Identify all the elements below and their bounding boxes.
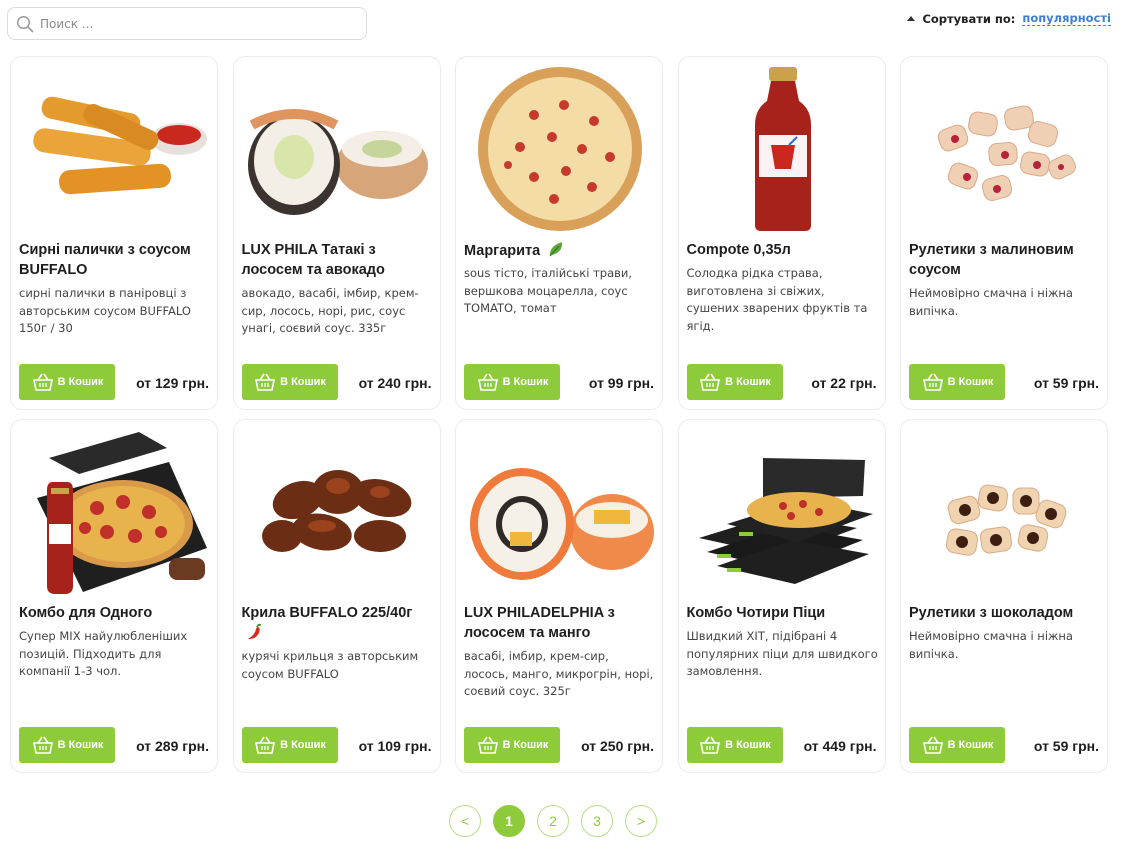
- basket-icon: [477, 736, 498, 754]
- page-3-button[interactable]: 3: [581, 805, 613, 837]
- sort-caret-icon[interactable]: [907, 16, 916, 21]
- product-price: от 99 грн.: [588, 375, 654, 391]
- raspberry-rolls-image[interactable]: [909, 65, 1101, 233]
- product-card[interactable]: Крила BUFFALO 225/40г курячі крильця з а…: [232, 419, 441, 773]
- product-card[interactable]: Комбо для Одного Супер MIX найулюбленіши…: [10, 419, 218, 773]
- basket-icon: [700, 736, 721, 754]
- product-title-text: Маргарита: [464, 243, 541, 259]
- product-card[interactable]: Рулетики з шоколадом Неймовірно смачна і…: [900, 419, 1108, 773]
- product-description: Солодка рідка страва, виготовлена зі сві…: [686, 266, 868, 333]
- product-price: от 129 грн.: [136, 375, 209, 391]
- product-title[interactable]: Комбо для Одного: [19, 603, 211, 623]
- search-icon: [16, 15, 34, 32]
- basket-icon: [255, 736, 276, 754]
- basket-icon: [700, 373, 721, 391]
- basket-icon: [922, 373, 943, 391]
- search-box[interactable]: [7, 7, 367, 40]
- sushi-roll-image[interactable]: [242, 65, 434, 233]
- philadelphia-roll-image[interactable]: [464, 428, 656, 596]
- product-title[interactable]: Сирні палички з соусом BUFFALO: [19, 240, 211, 280]
- product-card[interactable]: LUX PHILA Татакі з лососем та авокадо ав…: [232, 56, 441, 410]
- product-description: курячі крильця з авторським соусом BUFFA…: [241, 649, 419, 681]
- pizza-image[interactable]: [464, 65, 656, 233]
- product-card[interactable]: Рулетики з малиновим соусом Неймовірно с…: [900, 56, 1108, 410]
- product-description: васабі, імбир, крем-сир, лосось, манго, …: [464, 649, 654, 698]
- add-to-cart-label: В Кошик: [57, 376, 104, 388]
- add-to-cart-label: В Кошик: [725, 376, 771, 388]
- product-title[interactable]: Рулетики з малиновим соусом: [909, 240, 1101, 280]
- add-to-cart-button[interactable]: В Кошик: [464, 727, 560, 763]
- page-2-button[interactable]: 2: [537, 805, 569, 837]
- compote-bottle-image[interactable]: [687, 65, 879, 233]
- product-grid: Сирні палички з соусом BUFFALO сирні пал…: [10, 56, 1108, 773]
- add-to-cart-label: В Кошик: [280, 376, 326, 388]
- chicken-wings-image[interactable]: [242, 428, 434, 596]
- product-description: авокадо, васабі, імбир, крем-сир, лосось…: [241, 286, 419, 335]
- sort-dropdown[interactable]: популярності: [1022, 11, 1111, 26]
- product-title[interactable]: Маргарита: [464, 240, 656, 261]
- basket-icon: [922, 736, 943, 754]
- product-title[interactable]: Крила BUFFALO 225/40г: [242, 603, 434, 644]
- add-to-cart-label: В Кошик: [502, 739, 549, 751]
- product-title[interactable]: Compote 0,35л: [687, 240, 879, 260]
- page-1-button[interactable]: 1: [493, 805, 525, 837]
- product-title-text: Крила BUFFALO 225/40г: [241, 605, 413, 621]
- add-to-cart-button[interactable]: В Кошик: [909, 364, 1005, 400]
- product-description: Неймовірно смачна і ніжна випічка.: [909, 629, 1073, 661]
- basket-icon: [32, 736, 53, 754]
- add-to-cart-label: В Кошик: [502, 376, 549, 388]
- product-card[interactable]: Compote 0,35л Солодка рідка страва, виго…: [677, 56, 886, 410]
- product-title[interactable]: Рулетики з шоколадом: [909, 603, 1101, 623]
- product-price: от 109 грн.: [358, 738, 432, 754]
- next-page-button[interactable]: >: [625, 805, 657, 837]
- product-card[interactable]: Сирні палички з соусом BUFFALO сирні пал…: [10, 56, 218, 410]
- product-price: от 59 грн.: [1033, 738, 1099, 754]
- prev-page-button[interactable]: <: [449, 805, 481, 837]
- product-price: от 289 грн.: [136, 738, 209, 754]
- sort-control: Сортувати по: популярності: [907, 11, 1111, 26]
- add-to-cart-button[interactable]: В Кошик: [686, 364, 783, 400]
- chocolate-rolls-image[interactable]: [909, 428, 1101, 596]
- product-price: от 449 грн.: [803, 738, 877, 754]
- product-price: от 240 грн.: [358, 375, 432, 391]
- add-to-cart-button[interactable]: В Кошик: [19, 364, 115, 400]
- add-to-cart-label: В Кошик: [725, 739, 771, 751]
- basket-icon: [32, 373, 53, 391]
- add-to-cart-label: В Кошик: [57, 739, 104, 751]
- product-card[interactable]: LUX PHILADELPHIA з лососем та манго васа…: [455, 419, 663, 773]
- product-price: от 22 грн.: [811, 375, 877, 391]
- product-description: Супер MIX найулюбленіших позицій. Підход…: [19, 629, 188, 678]
- product-title[interactable]: LUX PHILA Татакі з лососем та авокадо: [242, 240, 434, 280]
- product-card[interactable]: Маргарита sous тісто, італійські трави, …: [455, 56, 663, 410]
- add-to-cart-label: В Кошик: [947, 739, 994, 751]
- combo-box-image[interactable]: [19, 428, 211, 596]
- product-price: от 250 грн.: [581, 738, 654, 754]
- product-description: сирні палички в паніровці з авторським с…: [19, 286, 191, 335]
- product-description: Неймовірно смачна і ніжна випічка.: [909, 286, 1073, 318]
- add-to-cart-label: В Кошик: [280, 739, 326, 751]
- product-title[interactable]: LUX PHILADELPHIA з лососем та манго: [464, 603, 656, 643]
- product-description: Швидкий ХІТ, підібрані 4 популярних піци…: [686, 629, 878, 678]
- add-to-cart-button[interactable]: В Кошик: [909, 727, 1005, 763]
- product-price: от 59 грн.: [1033, 375, 1099, 391]
- add-to-cart-label: В Кошик: [947, 376, 994, 388]
- add-to-cart-button[interactable]: В Кошик: [241, 727, 338, 763]
- sort-label: Сортувати по:: [922, 11, 1016, 26]
- product-card[interactable]: Комбо Чотири Піци Швидкий ХІТ, підібрані…: [677, 419, 886, 773]
- basket-icon: [255, 373, 276, 391]
- pagination: < 1 2 3 >: [449, 805, 657, 837]
- product-title[interactable]: Комбо Чотири Піци: [687, 603, 879, 623]
- add-to-cart-button[interactable]: В Кошик: [686, 727, 783, 763]
- add-to-cart-button[interactable]: В Кошик: [241, 364, 338, 400]
- add-to-cart-button[interactable]: В Кошик: [464, 364, 560, 400]
- add-to-cart-button[interactable]: В Кошик: [19, 727, 115, 763]
- cheese-sticks-image[interactable]: [19, 65, 211, 233]
- four-pizza-boxes-image[interactable]: [687, 428, 879, 596]
- chili-icon: [247, 623, 261, 640]
- search-input[interactable]: [40, 16, 340, 31]
- basket-icon: [477, 373, 498, 391]
- leaf-icon: [549, 242, 563, 257]
- product-description: sous тісто, італійські трави, вершкова м…: [464, 266, 633, 315]
